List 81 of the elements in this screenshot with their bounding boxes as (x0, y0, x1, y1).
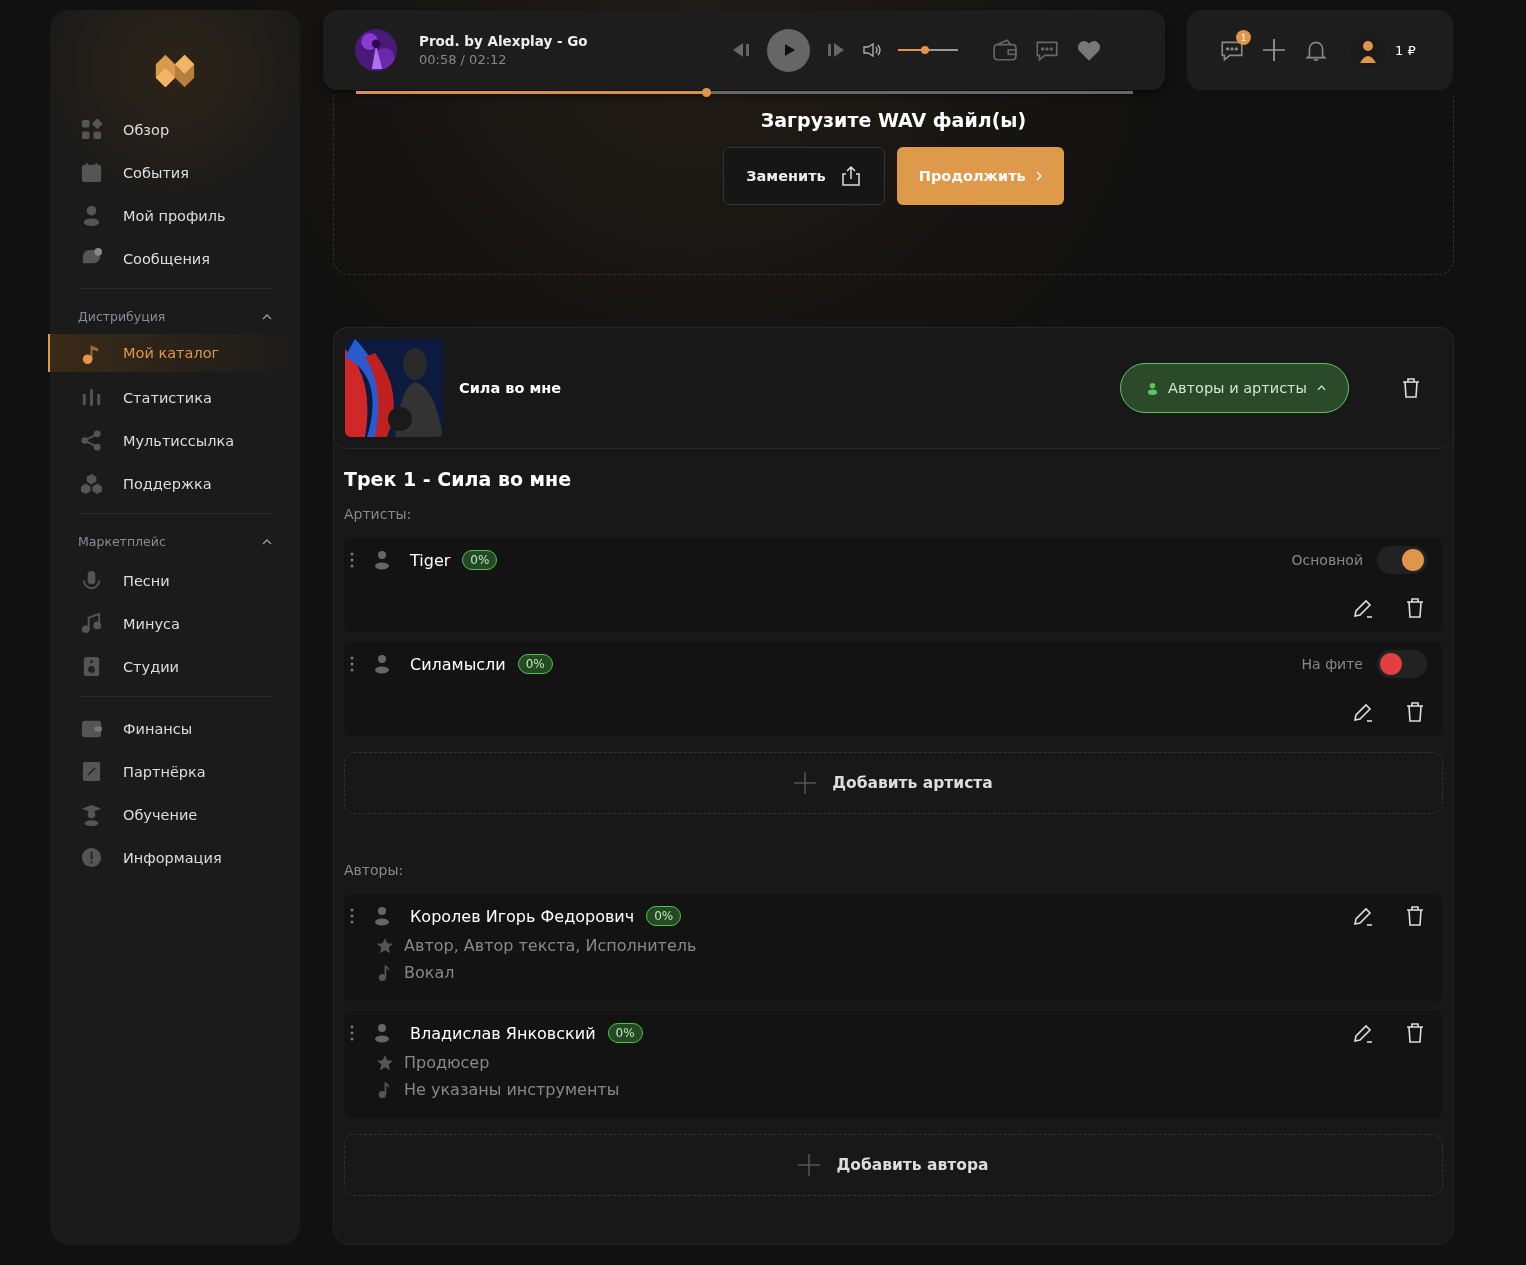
drag-handle-icon[interactable] (350, 908, 354, 924)
share-icon (80, 429, 103, 452)
bars-icon (80, 386, 103, 409)
share-badge: 0% (646, 906, 682, 926)
sidebar-item[interactable]: Финансы (48, 707, 300, 750)
author-name: Владислав Янковский (410, 1023, 596, 1043)
sidebar-item[interactable]: Статистика (48, 376, 300, 419)
sidebar-item[interactable]: Партнёрка (48, 750, 300, 793)
sidebar-item[interactable]: События (48, 151, 300, 194)
next-icon[interactable] (826, 42, 846, 58)
person-icon (1147, 381, 1159, 395)
add-artist-button[interactable]: Добавить артиста (344, 752, 1443, 814)
heart-icon[interactable] (1076, 38, 1102, 62)
person-icon (374, 906, 390, 926)
role-toggle[interactable] (1377, 546, 1427, 574)
credits-button[interactable]: Авторы и артисты (1120, 363, 1349, 413)
section-label: Артисты: (344, 506, 413, 522)
sidebar-item[interactable]: Минуса (48, 602, 300, 645)
author-instruments: Вокал (404, 963, 455, 982)
role-toggle[interactable] (1377, 650, 1427, 678)
share-badge: 0% (607, 1023, 643, 1043)
plus-icon (798, 1154, 821, 1176)
person-icon (374, 1023, 390, 1043)
author-name: Королев Игорь Федорович (410, 906, 635, 926)
person-icon (374, 550, 390, 570)
person-icon (374, 654, 390, 674)
grid-icon (80, 118, 103, 141)
play-button[interactable] (767, 28, 810, 72)
drag-handle-icon[interactable] (350, 1025, 354, 1041)
balance: 1 ₽ (1395, 42, 1416, 58)
share-badge: 0% (462, 550, 498, 570)
volume-icon[interactable] (862, 42, 882, 58)
calendar-icon (80, 161, 103, 184)
sidebar-item[interactable]: Обзор (48, 108, 300, 151)
drag-handle-icon[interactable] (350, 552, 354, 568)
artist-name: Силамысли (410, 654, 506, 674)
track-heading: Трек 1 - Сила во мне (344, 468, 573, 490)
author-roles: Продюсер (404, 1053, 490, 1072)
graduate-icon (80, 803, 103, 826)
artist-role: На фите (1301, 656, 1363, 672)
sidebar-item[interactable]: Песни (48, 559, 300, 602)
music-notes-icon (80, 612, 103, 635)
chevron-icon[interactable] (262, 538, 272, 545)
section-title: Дистрибуция (78, 309, 166, 324)
author-instruments: Не указаны инструменты (404, 1080, 620, 1099)
sidebar-item[interactable]: Поддержка (48, 462, 300, 505)
wallet-icon[interactable] (992, 38, 1018, 62)
play-icon (784, 43, 796, 57)
cubes-icon (80, 472, 103, 495)
sidebar-item[interactable]: Мультиссылка (48, 419, 300, 462)
sidebar-item[interactable]: Информация (48, 836, 300, 879)
artist-name: Tiger (410, 550, 451, 570)
sidebar-item[interactable]: Мой профиль (48, 194, 300, 237)
microphone-icon (80, 569, 103, 592)
chevron-icon[interactable] (262, 313, 272, 320)
add-author-button[interactable]: Добавить автора (344, 1134, 1443, 1196)
sidebar-item[interactable]: Сообщения (48, 237, 300, 280)
sidebar-item[interactable]: Студии (48, 645, 300, 688)
star-icon (376, 1053, 394, 1072)
chevron-icon (1035, 171, 1042, 181)
share-badge: 0% (517, 654, 553, 674)
release-title: Сила во мне (459, 380, 563, 396)
info-icon (80, 846, 103, 869)
sidebar-item[interactable]: Обучение (48, 793, 300, 836)
section-label: Авторы: (344, 862, 405, 878)
track-time: 00:58 / 02:12 (419, 52, 508, 67)
drag-handle-icon[interactable] (350, 656, 354, 672)
plus-icon[interactable] (1261, 38, 1287, 62)
previous-icon[interactable] (731, 42, 751, 58)
chevron-icon (1317, 385, 1326, 391)
artist-role: Основной (1291, 552, 1363, 568)
author-roles: Автор, Автор текста, Исполнитель (404, 936, 697, 955)
section-title: Маркетплейс (78, 534, 166, 549)
track-title: Prod. by Alexplay - Go (419, 33, 589, 49)
notification-badge: 1 (1236, 30, 1251, 45)
upload-icon (839, 165, 862, 187)
upload-title: Загрузите WAV файл(ы) (760, 109, 1027, 131)
star-icon (376, 936, 394, 955)
replace-button[interactable]: Заменить (723, 147, 885, 205)
plus-icon (794, 772, 817, 794)
percent-icon (80, 760, 103, 783)
